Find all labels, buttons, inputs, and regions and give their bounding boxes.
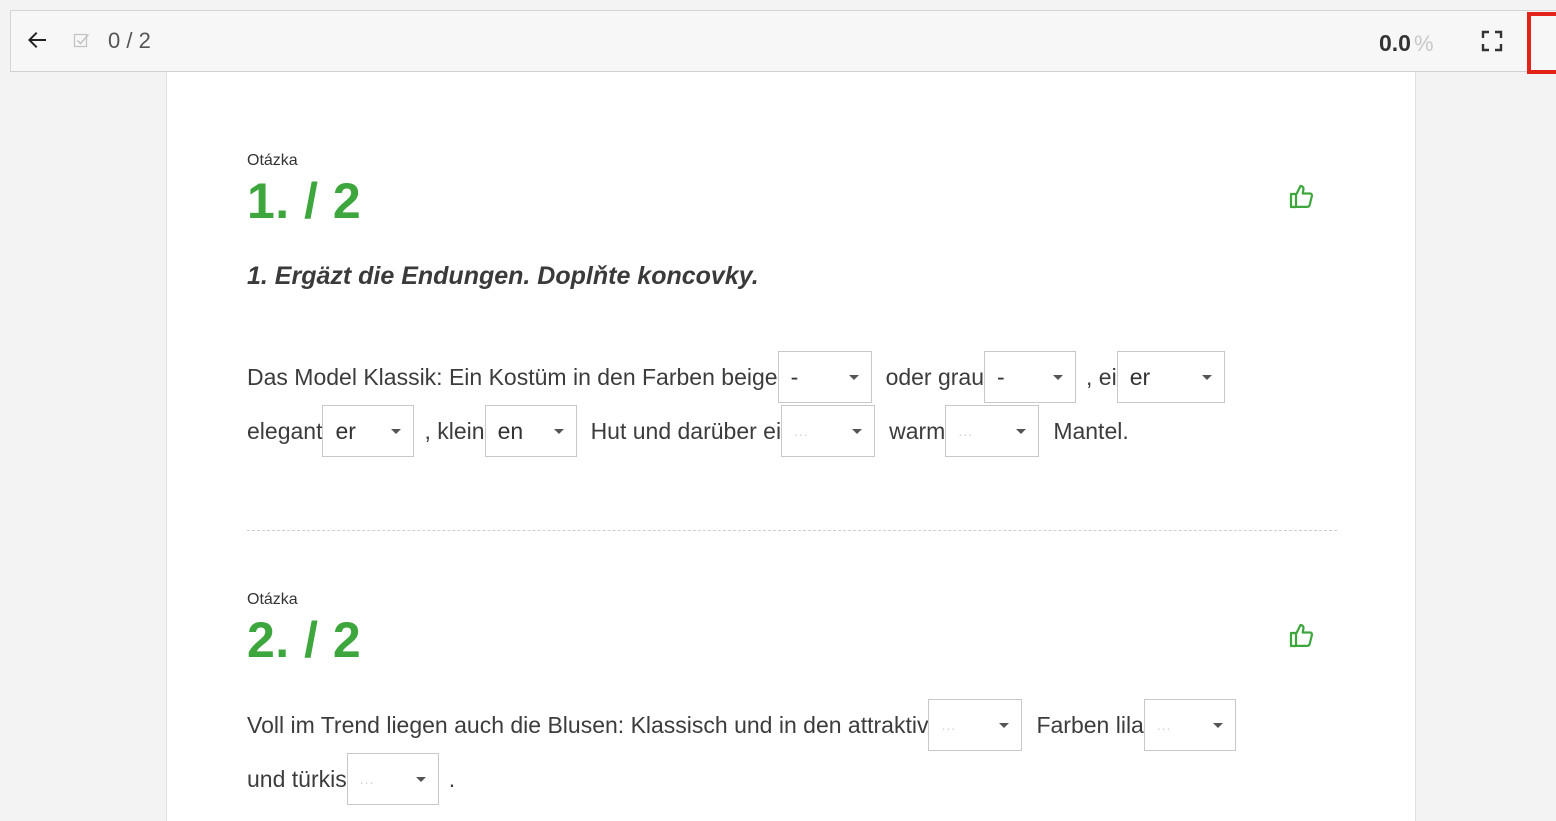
question-line: Voll im Trend liegen auch die Blusen: Kl… [247,699,1236,751]
score-unit: % [1413,31,1434,56]
answer-dropdown[interactable]: - [777,351,872,403]
answer-dropdown[interactable]: ... [781,405,876,457]
dropdown-value: er [1129,363,1151,390]
answer-dropdown[interactable]: ... [945,405,1040,457]
thumbs-up-icon[interactable] [1288,183,1314,209]
question-text: elegant [247,417,323,444]
caret-down-icon [1016,428,1027,434]
thumbs-up-icon[interactable] [1288,622,1314,648]
question-line: Das Model Klassik: Ein Kostüm in den Far… [247,351,1225,403]
caret-down-icon [1212,722,1223,728]
question-panel: Otázka 1. / 2 1. Ergäzt die Endungen. Do… [166,72,1416,821]
toolbar: 0 / 2 0.0% [10,10,1556,74]
caret-down-icon [1053,374,1064,380]
arrow-left-icon [28,32,46,48]
question-text: und türkis [247,765,347,792]
question-text: Mantel. [1053,417,1129,444]
question-label: Otázka [247,591,298,608]
caret-down-icon [553,428,564,434]
question-text: oder grau [885,363,985,390]
score-display: 0.0% [1379,30,1434,57]
answer-dropdown[interactable]: - [984,351,1077,403]
dropdown-value: en [497,417,524,444]
question-text: Voll im Trend liegen auch die Blusen: Kl… [247,711,929,738]
caret-down-icon [999,722,1010,728]
score-value: 0.0 [1379,30,1411,56]
question-text: . [448,765,456,792]
caret-down-icon [415,776,426,782]
dropdown-value: ... [1156,717,1172,733]
question-text: Das Model Klassik: Ein Kostüm in den Far… [247,363,778,390]
more-options-button[interactable] [1527,12,1556,74]
question-label: Otázka [247,152,298,169]
fullscreen-icon [1481,30,1503,52]
answer-dropdown[interactable]: ... [928,699,1023,751]
answer-dropdown[interactable]: ... [1143,699,1236,751]
question-text: , klein [424,417,485,444]
answer-dropdown[interactable]: er [1116,351,1225,403]
caret-down-icon [391,428,402,434]
dropdown-value: - [997,363,1005,390]
dropdown-value: - [790,363,799,390]
divider [247,530,1337,531]
answer-dropdown[interactable]: er [322,405,415,457]
dropdown-value: er [335,417,356,444]
question-line: elegant er , klein en Hut und darüber ei... w… [247,405,1129,457]
caret-down-icon [1201,374,1212,380]
question-text: warm [889,417,946,444]
answer-dropdown[interactable]: en [484,405,577,457]
dropdown-value: ... [359,771,375,787]
dropdown-value: ... [941,717,957,733]
caret-down-icon [848,374,859,380]
question-line: und türkis.... [247,753,455,805]
answer-dropdown[interactable]: ... [346,753,439,805]
question-number: 1. / 2 [247,173,362,229]
question-text: Farben lila [1036,711,1144,738]
question-text: , ei [1086,363,1117,390]
checkbox-check-icon [73,31,91,49]
question-title: 1. Ergäzt die Endungen. Doplňte koncovky… [247,262,759,290]
fullscreen-button[interactable] [1481,30,1503,52]
question-text: Hut und darüber ei [590,417,782,444]
dropdown-value: ... [794,423,809,439]
caret-down-icon [852,428,863,434]
question-number: 2. / 2 [247,612,362,668]
back-button[interactable] [25,28,49,52]
dropdown-value: ... [958,423,973,439]
progress-counter: 0 / 2 [108,28,151,53]
